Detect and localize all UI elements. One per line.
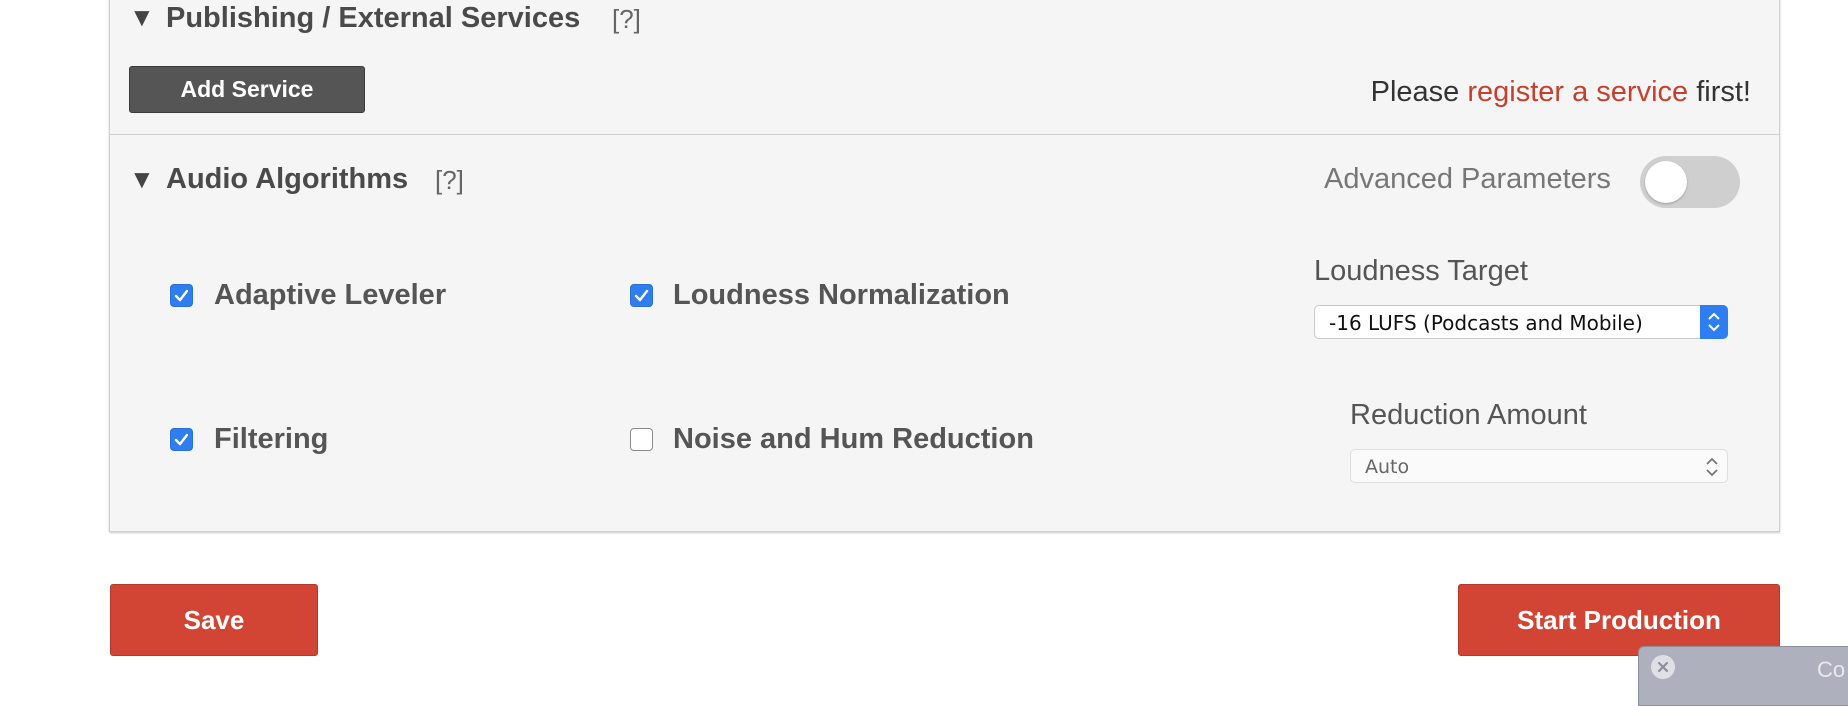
loudness-target-label: Loudness Target [1314,255,1528,287]
register-service-link[interactable]: register a service [1467,76,1688,108]
toggle-knob [1645,161,1687,203]
publishing-help-link[interactable]: [?] [612,6,641,32]
loudness-target-value: -16 LUFS (Podcasts and Mobile) [1329,311,1643,335]
select-arrows-icon [1700,305,1728,339]
advanced-parameters-label: Advanced Parameters [1324,163,1611,195]
register-service-message: Please register a service first! [1371,78,1751,107]
filtering-checkbox[interactable] [170,428,193,451]
select-arrows-icon [1705,456,1719,482]
filtering-label[interactable]: Filtering [214,425,328,454]
save-button[interactable]: Save [110,584,318,656]
add-service-button[interactable]: Add Service [129,66,365,113]
advanced-parameters-toggle[interactable] [1640,156,1740,208]
publishing-section-title[interactable]: Publishing / External Services [166,4,580,33]
adaptive-leveler-label[interactable]: Adaptive Leveler [214,281,446,310]
audio-collapse-icon[interactable]: ▼ [129,166,155,192]
loudness-normalization-checkbox[interactable] [630,284,653,307]
audio-section-title[interactable]: Audio Algorithms [166,165,408,194]
adaptive-leveler-checkbox[interactable] [170,284,193,307]
popup-text: Co [1817,657,1846,682]
reduction-amount-label: Reduction Amount [1350,399,1587,431]
close-icon[interactable] [1651,655,1675,679]
register-suffix: first! [1688,76,1751,108]
audio-help-link[interactable]: [?] [435,167,464,193]
noise-hum-reduction-checkbox[interactable] [630,428,653,451]
reduction-amount-select: Auto [1350,449,1728,483]
floating-popup: Co [1638,646,1848,706]
section-divider [110,134,1779,135]
noise-hum-reduction-label[interactable]: Noise and Hum Reduction [673,425,1034,454]
reduction-amount-value: Auto [1365,456,1410,478]
publishing-collapse-icon[interactable]: ▼ [129,4,155,30]
register-prefix: Please [1370,76,1468,108]
loudness-target-select[interactable]: -16 LUFS (Podcasts and Mobile) [1314,305,1728,339]
loudness-normalization-label[interactable]: Loudness Normalization [673,281,1010,310]
